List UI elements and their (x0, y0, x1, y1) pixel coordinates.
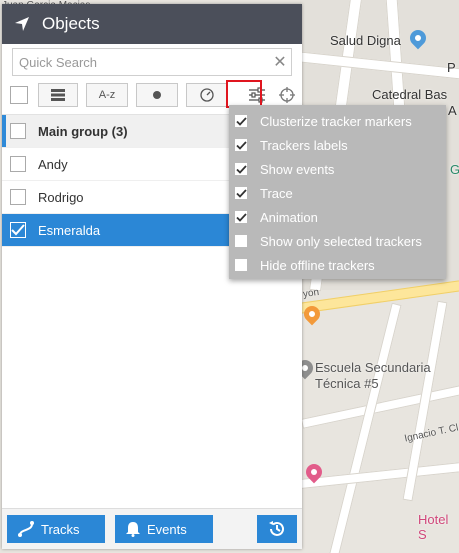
status-dot-icon (153, 91, 161, 99)
tracker-name: Andy (38, 156, 68, 172)
panel-title: Objects (42, 14, 100, 33)
option-label: Trackers labels (260, 137, 348, 153)
speedometer-icon (200, 88, 214, 102)
option-checkbox[interactable] (235, 115, 247, 127)
option-checkbox[interactable] (235, 235, 247, 247)
search-input[interactable] (13, 51, 269, 73)
option-label: Hide offline trackers (260, 257, 375, 273)
tracker-name: Rodrigo (38, 189, 84, 205)
group-label: Main group (3) (38, 123, 128, 139)
list-view-button[interactable] (38, 83, 78, 107)
option-label: Animation (260, 209, 318, 225)
events-button[interactable]: Events (115, 515, 213, 543)
option-trackers-labels[interactable]: Trackers labels (229, 133, 446, 157)
route-icon (17, 520, 35, 538)
map-place-label: A (448, 103, 457, 118)
map-place-label: Salud Digna (330, 33, 401, 48)
checkmark-icon (11, 224, 25, 236)
option-trace[interactable]: Trace (229, 181, 446, 205)
option-clusterize-markers[interactable]: Clusterize tracker markers (229, 109, 446, 133)
sort-alphabetical-button[interactable]: A-z (86, 83, 128, 107)
tracks-button[interactable]: Tracks (7, 515, 105, 543)
tracker-checkbox[interactable] (10, 222, 26, 238)
map-place-label: Escuela Secundaria (315, 360, 431, 375)
map-place-label: G (450, 162, 459, 177)
checkmark-icon (235, 188, 247, 198)
map-settings-dropdown: Clusterize tracker markers Trackers labe… (229, 105, 446, 279)
sort-status-button[interactable] (136, 83, 178, 107)
option-label: Show only selected trackers (260, 233, 422, 249)
navigation-arrow-icon (2, 4, 42, 44)
tracks-label: Tracks (41, 521, 80, 537)
tracker-name: Esmeralda (38, 222, 101, 238)
option-show-only-selected[interactable]: Show only selected trackers (229, 229, 446, 253)
crosshair-icon (279, 87, 295, 103)
tracker-checkbox[interactable] (10, 189, 26, 205)
tracker-checkbox[interactable] (10, 156, 26, 172)
sort-speed-button[interactable] (186, 83, 228, 107)
option-animation[interactable]: Animation (229, 205, 446, 229)
map-street-label: Ignacio T. Cl (403, 422, 459, 445)
option-checkbox[interactable] (235, 211, 247, 223)
list-icon (51, 89, 65, 101)
sort-alphabetical-label: A-z (98, 89, 116, 101)
clear-search-icon[interactable]: ✕ (269, 52, 291, 72)
panel-header: Objects (2, 4, 302, 44)
option-hide-offline[interactable]: Hide offline trackers (229, 253, 446, 277)
map-road (299, 461, 459, 489)
map-place-label: Hotel S (418, 512, 449, 542)
checkmark-icon (235, 116, 247, 126)
history-icon (269, 521, 284, 536)
events-label: Events (147, 521, 187, 537)
map-place-label: P (447, 60, 456, 75)
locate-button[interactable] (276, 84, 298, 106)
panel-footer: Tracks Events (2, 508, 302, 549)
search-box: ✕ (12, 48, 292, 76)
group-indicator (2, 115, 6, 147)
settings-highlight-box (226, 80, 262, 108)
checkmark-icon (235, 164, 247, 174)
checkmark-icon (235, 212, 247, 222)
option-checkbox[interactable] (235, 187, 247, 199)
checkmark-icon (235, 140, 247, 150)
map-place-label: Técnica #5 (315, 376, 379, 391)
map-place-label: Catedral Bas (372, 87, 448, 102)
group-checkbox[interactable] (10, 123, 26, 139)
map-street-label: yon (302, 286, 320, 301)
select-all-checkbox[interactable] (10, 86, 28, 104)
option-show-events[interactable]: Show events (229, 157, 446, 181)
option-checkbox[interactable] (235, 163, 247, 175)
bell-icon (125, 521, 141, 537)
map-road (328, 302, 402, 553)
history-button[interactable] (257, 515, 297, 543)
option-label: Clusterize tracker markers (260, 113, 412, 129)
option-label: Show events (260, 161, 335, 177)
option-label: Trace (260, 185, 293, 201)
option-checkbox[interactable] (235, 259, 247, 271)
option-checkbox[interactable] (235, 139, 247, 151)
